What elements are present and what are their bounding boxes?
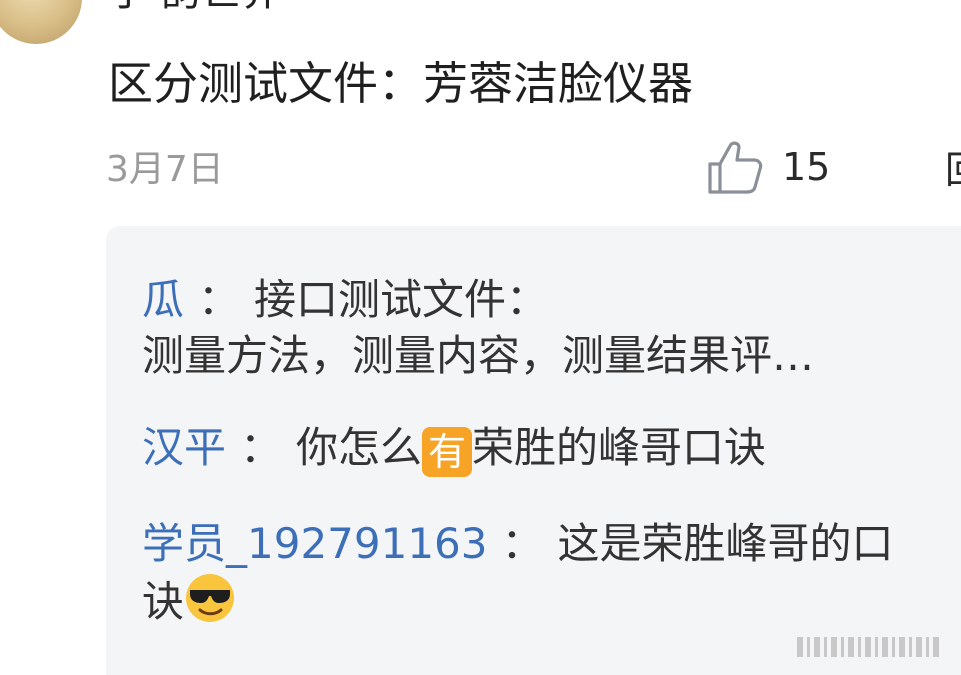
reply-separator: ：	[501, 519, 544, 568]
reply-text-continued: 测量方法，测量内容，测量结果评…	[142, 331, 815, 380]
reply-separator: ：	[198, 275, 241, 324]
reply-text-continued: 诀	[142, 577, 185, 626]
comment-date: 3月7日	[106, 149, 224, 190]
reply-author-name[interactable]: 汉平	[142, 423, 226, 472]
comment-username[interactable]: 于·韵世界	[108, 0, 281, 14]
comment-page: 于·韵世界 区分测试文件：芳蓉洁脸仪器 3月7日 15 回 瓜：接口测试文件： …	[0, 0, 961, 675]
you-emoji-icon: 有	[422, 427, 473, 477]
like-button[interactable]: 15	[706, 138, 830, 196]
reply-item[interactable]: 瓜 ： 接口测试文件：	[142, 272, 548, 328]
sunglasses-emoji-icon	[186, 574, 235, 622]
reply-button[interactable]: 回	[945, 148, 961, 192]
reply-author-name[interactable]: 学员_192791163	[142, 519, 488, 568]
reply-separator: ：	[240, 423, 283, 472]
reply-item[interactable]: 学员_192791163 ： 这是荣胜峰哥的口	[142, 516, 894, 572]
reply-text: 接口测试文件：	[254, 275, 549, 324]
reply-text: 你怎么	[296, 423, 423, 472]
reply-author-name[interactable]: 瓜	[142, 275, 184, 324]
like-count: 15	[782, 145, 831, 189]
reply-item[interactable]: 汉平 ： 你怎么有荣胜的峰哥口诀	[142, 420, 766, 477]
thumbs-up-icon	[708, 141, 763, 194]
comment-text: 区分测试文件：芳蓉洁脸仪器	[108, 57, 694, 110]
watermark-logo	[797, 637, 939, 657]
reply-text: 这是荣胜峰哥的口	[557, 519, 894, 568]
reply-text: 荣胜的峰哥口诀	[472, 423, 767, 472]
avatar[interactable]	[0, 0, 82, 44]
reply-item-continued: 诀	[142, 572, 236, 630]
